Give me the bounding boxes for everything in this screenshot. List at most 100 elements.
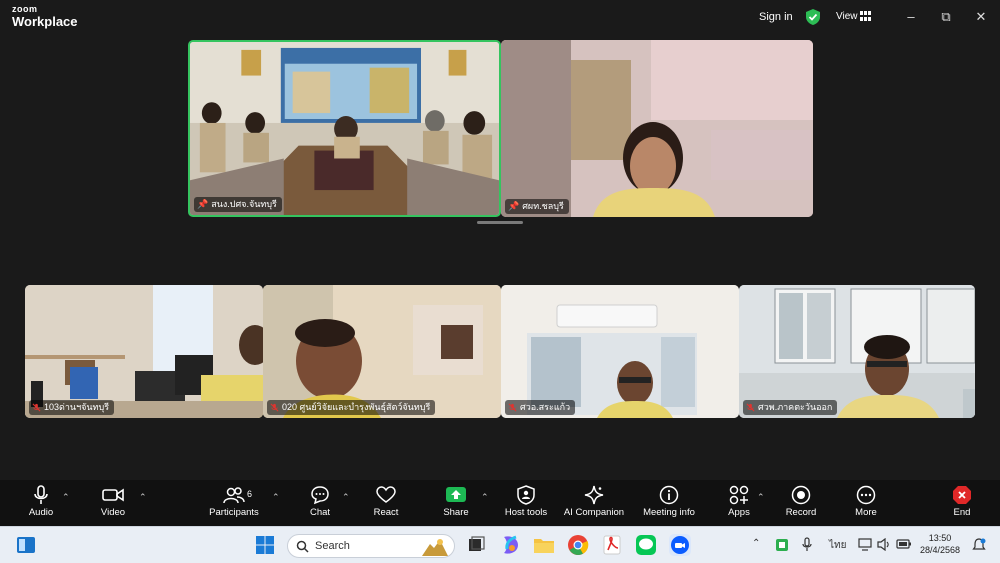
participant-name-label: 📌 สนง.ปศจ.จันทบุรี xyxy=(194,197,282,212)
meeting-info-button[interactable]: Meeting info xyxy=(634,483,704,523)
participants-options-chevron-icon[interactable]: ⌃ xyxy=(272,492,280,503)
file-explorer-icon[interactable] xyxy=(532,533,556,557)
muted-mic-icon xyxy=(746,403,755,412)
participants-label: Participants xyxy=(209,507,259,518)
participant-name: ศวพ.ภาคตะวันออก xyxy=(758,402,833,412)
audio-label: Audio xyxy=(28,507,54,518)
video-tile[interactable]: 103ด่านฯจันทบุรี xyxy=(25,285,263,418)
search-highlight-icon xyxy=(422,539,448,556)
react-button[interactable]: React xyxy=(351,483,421,523)
video-feed-participant xyxy=(501,285,739,418)
more-button[interactable]: More xyxy=(831,483,901,523)
video-camera-icon xyxy=(102,488,124,502)
volume-icon[interactable] xyxy=(877,538,891,551)
video-feed-office xyxy=(25,285,263,418)
tray-app-icon[interactable] xyxy=(775,538,789,552)
more-label: More xyxy=(855,507,877,518)
chat-bubble-icon xyxy=(311,486,329,505)
audio-button[interactable]: Audio xyxy=(6,483,76,523)
copilot-icon[interactable] xyxy=(498,533,522,557)
microphone-icon xyxy=(34,485,48,504)
chat-options-chevron-icon[interactable]: ⌃ xyxy=(342,492,350,503)
host-tools-button[interactable]: Host tools xyxy=(491,483,561,523)
resize-handle[interactable] xyxy=(477,221,523,224)
grid-view-icon[interactable] xyxy=(860,11,871,21)
tray-microphone-icon[interactable] xyxy=(801,537,813,552)
participant-name-label: 103ด่านฯจันทบุรี xyxy=(29,400,115,415)
meeting-info-label: Meeting info xyxy=(643,507,695,518)
react-label: React xyxy=(373,507,399,518)
end-meeting-button[interactable]: End xyxy=(927,483,997,523)
view-menu[interactable]: View xyxy=(836,11,858,22)
tray-overflow-chevron-icon[interactable]: ⌃ xyxy=(752,538,760,549)
input-language-indicator[interactable]: ไทย xyxy=(829,538,846,553)
windows-taskbar: Search ⌃ ไทย 13:50 28/4/2568 xyxy=(0,526,1000,563)
clock-time: 13:50 xyxy=(928,533,952,543)
line-app-icon[interactable] xyxy=(634,533,658,557)
minimize-icon[interactable]: – xyxy=(902,8,920,26)
video-feed-participant xyxy=(739,285,975,418)
video-feed-meeting-room xyxy=(190,42,499,215)
apps-options-chevron-icon[interactable]: ⌃ xyxy=(757,492,765,503)
heart-icon xyxy=(376,486,396,503)
sign-in-link[interactable]: Sign in xyxy=(759,11,793,23)
task-view-icon[interactable] xyxy=(464,533,488,557)
apps-label: Apps xyxy=(728,507,750,518)
participant-name: ศผท.ชลบุรี xyxy=(522,201,564,211)
acrobat-icon[interactable] xyxy=(600,533,624,557)
share-label: Share xyxy=(443,507,469,518)
share-options-chevron-icon[interactable]: ⌃ xyxy=(481,492,489,503)
record-label: Record xyxy=(785,507,817,518)
participant-name: 103ด่านฯจันทบุรี xyxy=(44,402,110,412)
video-tile[interactable]: ศวอ.สระแก้ว xyxy=(501,285,739,418)
audio-options-chevron-icon[interactable]: ⌃ xyxy=(62,492,70,503)
restore-icon[interactable]: ⧉ xyxy=(937,8,955,26)
muted-mic-icon xyxy=(270,403,279,412)
sparkle-icon xyxy=(584,485,604,505)
share-screen-icon xyxy=(446,487,466,502)
chrome-icon[interactable] xyxy=(566,533,590,557)
ai-companion-label: AI Companion xyxy=(563,507,625,518)
shield-icon xyxy=(517,485,535,505)
apps-button[interactable]: Apps xyxy=(704,483,774,523)
widgets-icon[interactable] xyxy=(14,533,38,557)
info-icon xyxy=(659,485,679,505)
apps-icon xyxy=(729,485,749,505)
video-tile[interactable]: 📌 สนง.ปศจ.จันทบุรี xyxy=(188,40,501,217)
encryption-shield-icon[interactable] xyxy=(806,9,820,25)
system-clock[interactable]: 13:50 28/4/2568 xyxy=(920,532,960,556)
chat-button[interactable]: Chat xyxy=(285,483,355,523)
start-menu-icon[interactable] xyxy=(253,533,277,557)
zoom-app-icon[interactable] xyxy=(668,533,692,557)
video-feed-participant xyxy=(501,40,813,217)
host-tools-label: Host tools xyxy=(504,507,548,518)
video-options-chevron-icon[interactable]: ⌃ xyxy=(139,492,147,503)
pin-icon: 📌 xyxy=(508,201,520,211)
end-label: End xyxy=(953,507,971,518)
participant-name: ศวอ.สระแก้ว xyxy=(520,402,571,412)
video-feed-participant xyxy=(263,285,501,418)
share-button[interactable]: Share xyxy=(421,483,491,523)
participants-icon xyxy=(223,487,245,504)
notification-bell-icon[interactable] xyxy=(972,538,986,552)
taskbar-search-box[interactable]: Search xyxy=(287,534,455,558)
video-label: Video xyxy=(100,507,126,518)
video-tile[interactable]: ศวพ.ภาคตะวันออก xyxy=(739,285,975,418)
more-dots-icon xyxy=(856,485,876,505)
video-button[interactable]: Video xyxy=(78,483,148,523)
video-tile[interactable]: 📌 ศผท.ชลบุรี xyxy=(501,40,813,217)
ai-companion-button[interactable]: AI Companion xyxy=(559,483,629,523)
network-icon[interactable] xyxy=(858,538,872,551)
close-icon[interactable]: ✕ xyxy=(972,8,990,26)
muted-mic-icon xyxy=(508,403,517,412)
search-placeholder: Search xyxy=(315,540,350,552)
logo-line2: Workplace xyxy=(12,14,78,29)
record-button[interactable]: Record xyxy=(766,483,836,523)
participant-name: สนง.ปศจ.จันทบุรี xyxy=(211,199,277,209)
participant-name: 020 ศูนย์วิจัยและบำรุงพันธุ์สัตว์จันทบุร… xyxy=(282,402,431,412)
search-icon xyxy=(296,540,309,553)
participants-button[interactable]: Participants xyxy=(199,483,269,523)
battery-icon[interactable] xyxy=(896,539,912,549)
video-tile[interactable]: 020 ศูนย์วิจัยและบำรุงพันธุ์สัตว์จันทบุร… xyxy=(263,285,501,418)
participant-count-badge: 6 xyxy=(247,489,253,499)
